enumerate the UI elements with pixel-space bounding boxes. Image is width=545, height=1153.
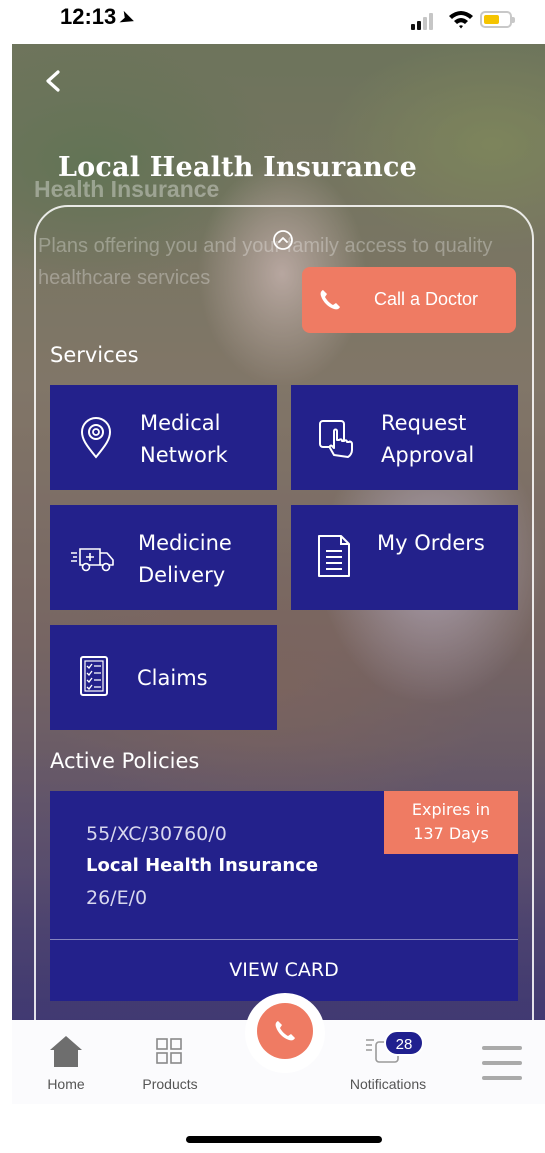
call-fab-button[interactable] [245,993,325,1073]
status-bar: 12:13➤ [0,0,545,44]
location-pin-icon [80,417,112,459]
left-margin [0,44,12,1104]
policy-card[interactable]: Expires in 137 Days 55/XC/30760/0 Local … [50,791,518,1001]
checklist-icon [80,656,108,696]
back-button[interactable] [40,66,66,96]
menu-button[interactable] [482,1046,522,1080]
document-icon [318,535,350,577]
service-tile-claims[interactable]: Claims [50,625,277,730]
service-tile-medicine-delivery[interactable]: Medicine Delivery [50,505,277,610]
phone-icon [275,1021,295,1041]
ambulance-icon [71,548,114,572]
tab-products[interactable]: Products [134,1038,206,1094]
service-tile-medical-network[interactable]: Medical Network [50,385,277,490]
chevron-up-circle-icon[interactable] [272,229,294,251]
battery-icon [480,11,515,28]
grid-icon [156,1038,182,1064]
tile-label: Claims [137,666,208,690]
page-title: Local Health Insurance [58,152,417,183]
location-arrow-icon: ➤ [117,7,138,30]
tab-home[interactable]: Home [38,1034,94,1094]
service-tile-request-approval[interactable]: Request Approval [291,385,518,490]
policy-number: 55/XC/30760/0 [86,823,227,845]
expires-badge: Expires in 137 Days [384,791,518,854]
tile-label: Medicine Delivery [138,531,232,587]
expires-days: 137 Days [413,824,489,843]
wifi-icon [449,11,473,29]
tab-notifications-label: Notifications [349,1076,427,1092]
tab-products-label: Products [142,1076,198,1092]
status-time: 12:13➤ [60,4,138,30]
services-heading: Services [50,343,139,367]
tap-hand-icon [319,420,353,458]
active-policies-heading: Active Policies [50,749,200,773]
hamburger-menu-icon [482,1046,522,1080]
tile-label: Medical Network [140,411,228,467]
expires-label: Expires in [411,800,491,819]
phone-icon [320,290,340,310]
service-tile-my-orders[interactable]: My Orders [291,505,518,610]
policy-name: Local Health Insurance [86,855,319,876]
tile-label: Request Approval [381,411,475,467]
view-card-button[interactable]: VIEW CARD [50,940,518,1001]
home-indicator [186,1136,382,1143]
cellular-signal-icon [411,12,437,30]
tile-label: My Orders [377,531,485,555]
call-doctor-label: Call a Doctor [374,289,479,309]
policy-code: 26/E/0 [86,887,148,909]
notifications-count-badge: 28 [384,1030,424,1056]
tab-home-label: Home [47,1076,85,1092]
call-doctor-button[interactable]: Call a Doctor [302,267,516,333]
home-icon [50,1036,82,1067]
